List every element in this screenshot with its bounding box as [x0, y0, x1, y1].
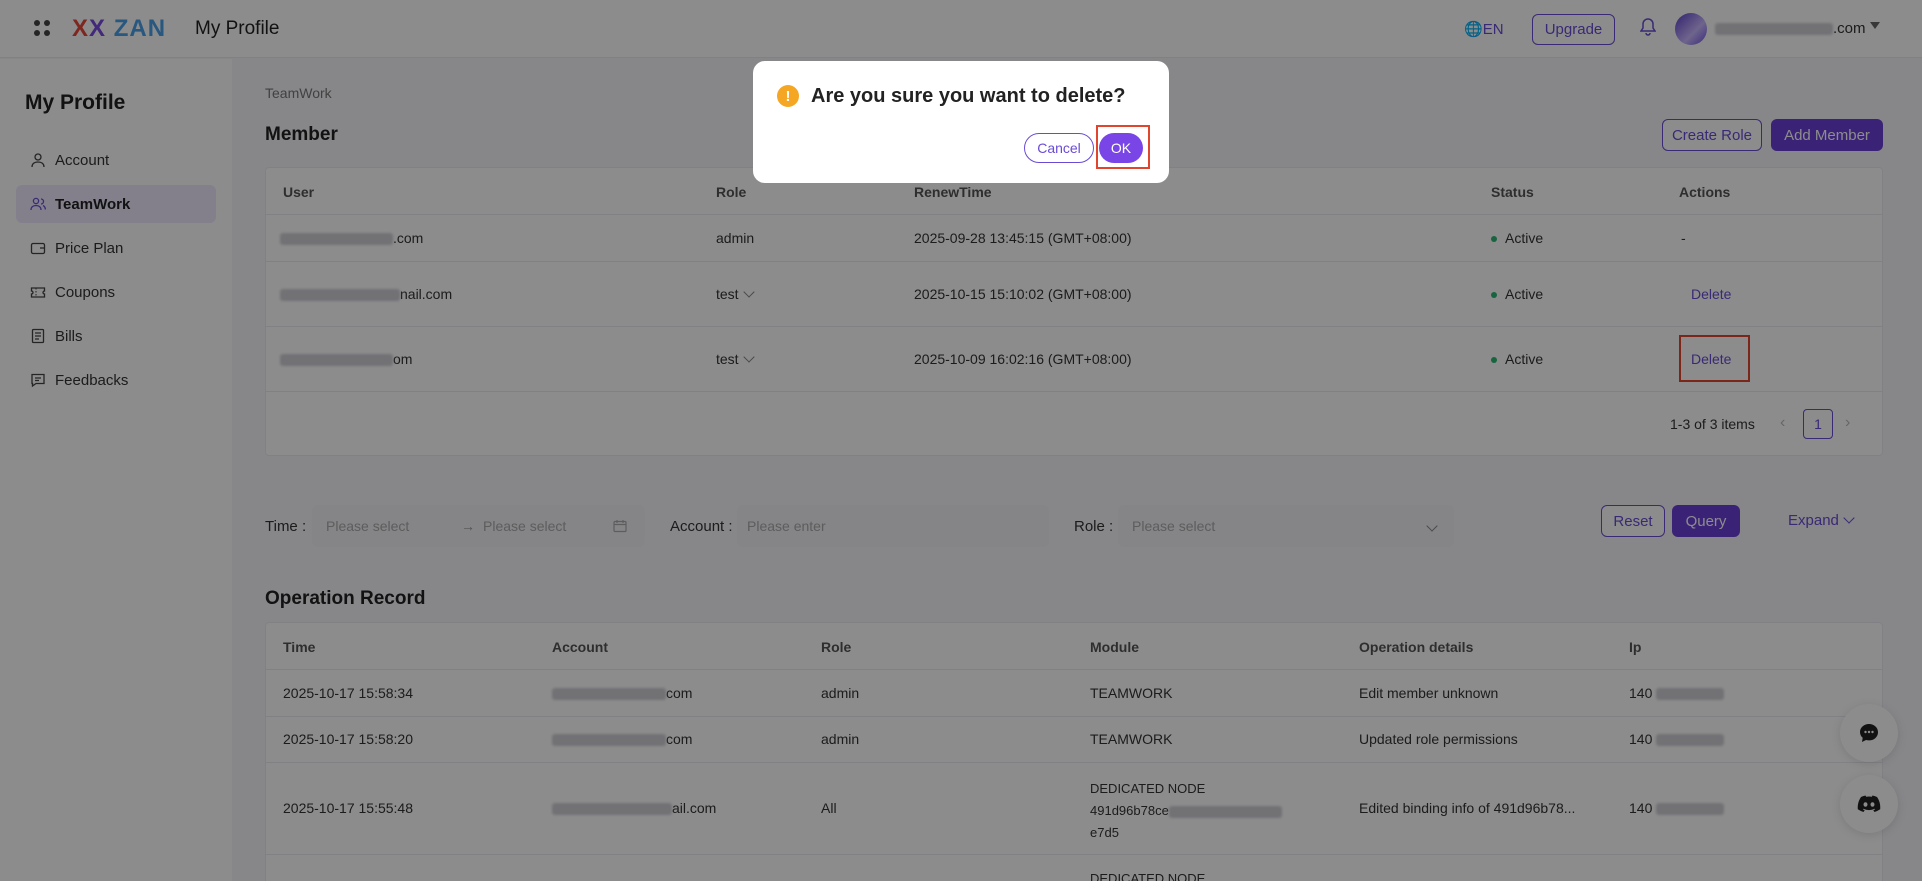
dialog-title: Are you sure you want to delete? — [811, 85, 1126, 107]
ok-highlight-box — [1096, 125, 1150, 169]
cancel-button[interactable]: Cancel — [1024, 133, 1094, 163]
warning-icon: ! — [777, 85, 799, 107]
